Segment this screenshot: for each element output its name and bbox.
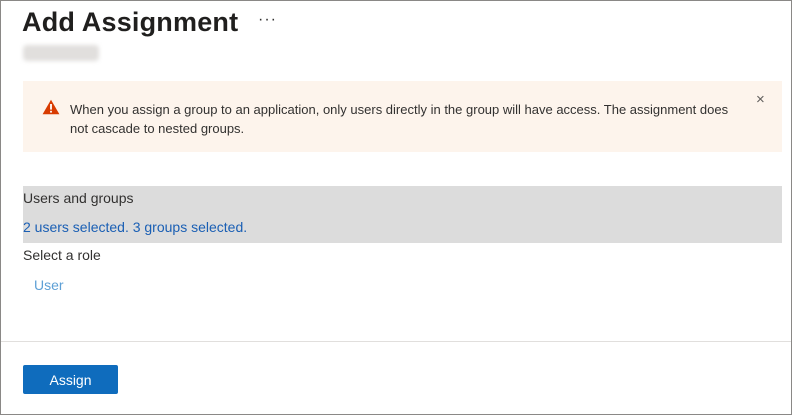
redacted-subtitle bbox=[23, 45, 99, 61]
warning-banner: When you assign a group to an applicatio… bbox=[23, 81, 782, 152]
footer-divider bbox=[1, 341, 791, 342]
role-selection-link[interactable]: User bbox=[34, 277, 64, 293]
users-and-groups-section[interactable]: Users and groups 2 users selected. 3 gro… bbox=[23, 186, 782, 243]
warning-message: When you assign a group to an applicatio… bbox=[70, 102, 729, 136]
assign-button[interactable]: Assign bbox=[23, 365, 118, 394]
warning-icon bbox=[42, 99, 60, 115]
page-title: Add Assignment bbox=[22, 7, 239, 37]
users-and-groups-label: Users and groups bbox=[23, 190, 134, 206]
add-assignment-panel: Add Assignment ··· When you assign a gro… bbox=[0, 0, 792, 415]
more-options-icon[interactable]: ··· bbox=[258, 11, 277, 29]
select-role-label: Select a role bbox=[23, 247, 101, 263]
users-and-groups-selection-link[interactable]: 2 users selected. 3 groups selected. bbox=[23, 219, 247, 235]
close-icon[interactable]: × bbox=[756, 91, 765, 108]
